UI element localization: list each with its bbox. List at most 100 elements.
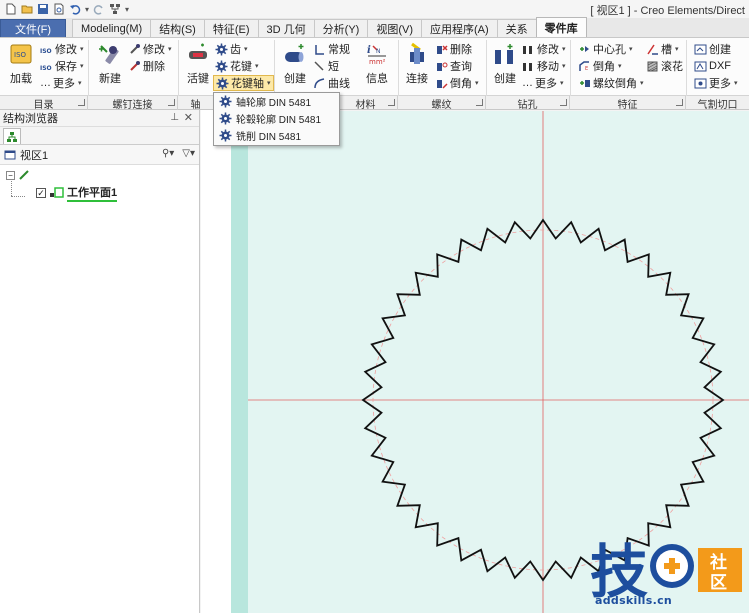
slot-button[interactable]: 槽 ▾ (646, 41, 679, 57)
save-file-button[interactable] (36, 2, 50, 16)
redo-button[interactable] (92, 2, 106, 16)
catalog-save-button[interactable]: ISO 保存 ▾ (40, 58, 84, 74)
cut-create-label: 创建 (709, 44, 731, 56)
group-label-text: 特征 (617, 99, 638, 111)
tree-view-tab[interactable] (3, 128, 21, 144)
menu-item-milling[interactable]: 铣削 DIN 5481 (214, 127, 339, 144)
menu-item-hub-profile[interactable]: 轮毂轮廓 DIN 5481 (214, 110, 339, 127)
spline-shaft-button[interactable]: 花键轴 ▾ (213, 75, 274, 91)
material-short-button[interactable]: 短 (313, 58, 339, 74)
load-catalog-button[interactable]: ISO 加载 (8, 42, 34, 86)
dropdown-arrow-icon: ▾ (562, 46, 566, 53)
drill-move-label: 移动 (537, 61, 559, 73)
dialog-launcher-icon[interactable] (78, 99, 85, 106)
group-label-catalog: 目录 (0, 96, 88, 111)
dxf-button[interactable]: DXF (694, 58, 731, 74)
drill-more-button[interactable]: … 更多 ▾ (522, 75, 564, 91)
load-catalog-label: 加载 (10, 73, 32, 85)
material-normal-button[interactable]: 常规 (313, 41, 350, 57)
undo-icon (70, 5, 81, 15)
dropdown-arrow-icon: ▾ (80, 63, 84, 70)
tab-3d-geometry[interactable]: 3D 几何 (257, 19, 315, 37)
screw-delete-label: 删除 (143, 61, 165, 73)
tab-applications[interactable]: 应用程序(A) (421, 19, 498, 37)
tab-view[interactable]: 视图(V) (367, 19, 422, 37)
dialog-launcher-icon[interactable] (476, 99, 483, 106)
tree-root-row[interactable]: − (0, 167, 199, 183)
gear-label: 齿 (230, 44, 241, 56)
screw-icon (99, 45, 119, 64)
binoculars-icon[interactable]: ⚲▾ (162, 148, 174, 159)
undo-dropdown-icon[interactable]: ▾ (84, 5, 90, 14)
svg-text:ISO: ISO (40, 65, 52, 72)
svg-text:ISO: ISO (40, 48, 52, 55)
dropdown-arrow-icon: ▾ (562, 63, 566, 70)
network-button[interactable] (108, 2, 122, 16)
screw-delete-button[interactable]: 删除 (128, 58, 165, 74)
key-button[interactable]: 活键 (185, 42, 211, 86)
tab-relations[interactable]: 关系 (496, 19, 537, 37)
gear-button[interactable]: 齿 ▾ (215, 41, 248, 57)
tab-structure[interactable]: 结构(S) (150, 19, 205, 37)
dialog-launcher-icon[interactable] (168, 99, 175, 106)
cut-more-button[interactable]: 更多 ▾ (694, 75, 738, 91)
screw-modify-button[interactable]: 修改 ▾ (128, 41, 172, 57)
group-separator (88, 40, 89, 96)
visibility-checkbox[interactable]: ✓ (36, 188, 46, 198)
catalog-more-button[interactable]: … 更多 ▾ (40, 75, 82, 91)
tab-feature[interactable]: 特征(E) (203, 19, 259, 37)
cut-create-button[interactable]: 创建 (694, 41, 731, 57)
network-icon (110, 4, 120, 14)
center-hole-button[interactable]: 中心孔 ▾ (578, 41, 633, 57)
close-icon[interactable]: ✕ (184, 111, 193, 124)
screw-new-button[interactable]: 新建 (97, 42, 123, 86)
drill-move-button[interactable]: 移动 ▾ (522, 58, 566, 74)
tab-parts-library[interactable]: 零件库 (535, 17, 587, 37)
spline-button[interactable]: 花键 ▾ (215, 58, 259, 74)
browser-viewport-selector[interactable]: 视区1 ⚲▾ ▽▾ (0, 145, 199, 165)
open-file-button[interactable] (20, 2, 34, 16)
thread-query-button[interactable]: 查询 (435, 58, 472, 74)
material-create-button[interactable]: 创建 (282, 42, 308, 86)
tab-modeling[interactable]: Modeling(M) (72, 19, 152, 37)
drill-modify-button[interactable]: 修改 ▾ (522, 41, 566, 57)
group-label-drill: 钻孔 (486, 96, 570, 111)
undo-button[interactable] (68, 2, 82, 16)
thread-chamfer-feature-button[interactable]: 螺纹倒角 ▾ (578, 75, 644, 91)
menu-item-shaft-profile[interactable]: 轴轮廓 DIN 5481 (214, 93, 339, 110)
dialog-launcher-icon[interactable] (388, 99, 395, 106)
thread-query-icon (437, 62, 448, 71)
knurl-button[interactable]: 滚花 (646, 58, 683, 74)
collapse-toggle-icon[interactable]: − (6, 170, 15, 180)
tab-analysis[interactable]: 分析(Y) (313, 19, 369, 37)
catalog-modify-button[interactable]: ISO 修改 ▾ (40, 41, 84, 57)
tab-file[interactable]: 文件(F) (0, 19, 67, 37)
structure-tree: − ✓ 工作平面1 (0, 165, 199, 202)
ribbon-panel: ISO 加载 ISO 修改 ▾ ISO 保存 ▾ … 更多 ▾ 新建 修改 ▾ 删除 活… (0, 38, 749, 96)
dropdown-arrow-icon: ▾ (244, 46, 248, 53)
dxf-icon (694, 61, 707, 71)
dialog-launcher-icon[interactable] (560, 99, 567, 106)
feature-chamfer-label: 倒角 (593, 61, 615, 73)
svg-text:i: i (367, 45, 371, 56)
drill-create-button[interactable]: 创建 (492, 42, 518, 86)
thread-connect-button[interactable]: 连接 (404, 42, 430, 86)
print-preview-icon (54, 3, 64, 15)
thread-delete-button[interactable]: 删除 (435, 41, 472, 57)
new-file-button[interactable] (4, 2, 18, 16)
material-info-button[interactable]: i Nmm² 信息 (364, 42, 390, 86)
filter-icon[interactable]: ▽▾ (182, 148, 195, 159)
dialog-launcher-icon[interactable] (676, 99, 683, 106)
print-preview-button[interactable] (52, 2, 66, 16)
material-curve-button[interactable]: 曲线 (313, 75, 350, 91)
tree-row-workplane[interactable]: ✓ 工作平面1 (0, 185, 199, 202)
pin-icon[interactable]: ⊥ (170, 112, 179, 123)
feature-chamfer-button[interactable]: E 倒角 ▾ (578, 58, 622, 74)
spline-shaft-label: 花键轴 (231, 78, 264, 90)
title-bar: ▾ ▾ [ 视区1 ] - Creo Elements/Direct (0, 0, 749, 18)
group-separator (686, 40, 687, 96)
workplane-icon (50, 187, 64, 198)
customize-toolbar-icon[interactable]: ▾ (124, 5, 130, 14)
group-label-screw: 螺钉连接 (88, 96, 178, 111)
thread-chamfer-button[interactable]: 倒角 ▾ (435, 75, 479, 91)
